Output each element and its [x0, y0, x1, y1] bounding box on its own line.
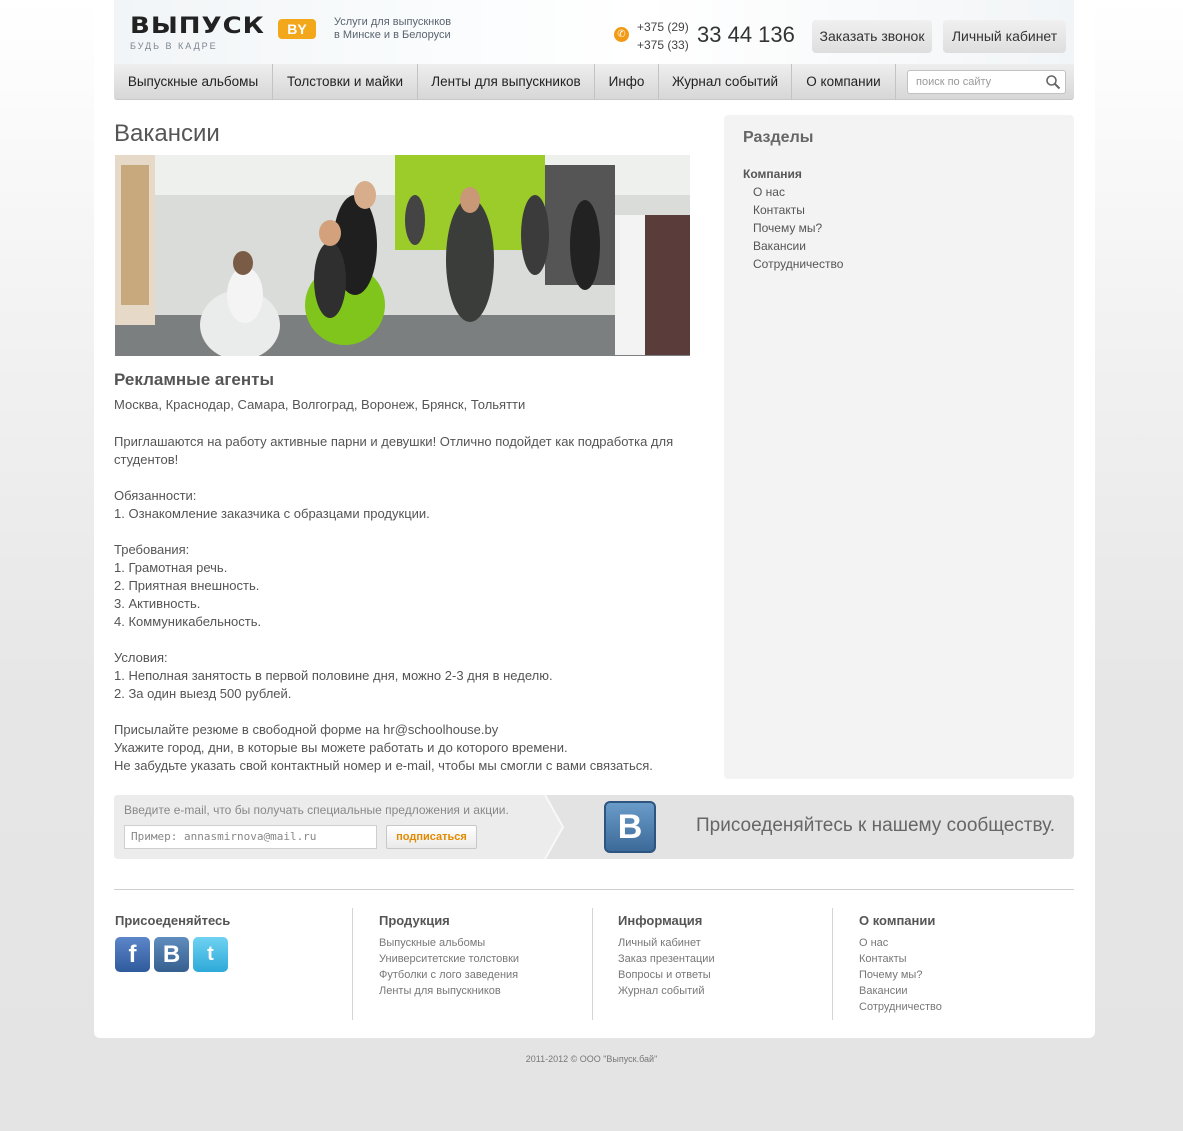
logo-text: ВЫПУСК	[130, 13, 265, 40]
phone-code-1: +375 (29)	[637, 20, 689, 34]
footer-link[interactable]: Ленты для выпускников	[379, 983, 592, 999]
main-nav: Выпускные альбомы Толстовки и майки Лент…	[114, 64, 1074, 100]
subscribe-bar: Введите e-mail, что бы получать специаль…	[114, 795, 1074, 859]
phone-code-2: +375 (33)	[637, 38, 689, 52]
page-title: Вакансии	[114, 120, 220, 147]
subscribe-button[interactable]: подписаться	[386, 825, 477, 849]
footer-col-company: О компании О нас Контакты Почему мы? Вак…	[832, 908, 1072, 1020]
sidebar-item-vacancies[interactable]: Вакансии	[753, 237, 843, 255]
facebook-icon[interactable]: f	[115, 937, 150, 972]
job-title: Рекламные агенты	[114, 370, 274, 389]
footer-link[interactable]: О нас	[859, 935, 1072, 951]
copyright: 2011-2012 © ООО "Выпуск.бай"	[525, 1054, 658, 1064]
job-paragraph: 1. Неполная занятость в первой половине …	[114, 668, 553, 683]
vk-community-icon[interactable]: B	[604, 801, 656, 853]
footer-col-join: Присоеденяйтесь f B t	[115, 908, 352, 1020]
job-paragraph: Условия:	[114, 650, 168, 665]
job-paragraph: 3. Активность.	[114, 596, 201, 611]
personal-cabinet-button[interactable]: Личный кабинет	[943, 20, 1066, 53]
footer-divider	[114, 889, 1074, 890]
twitter-icon[interactable]: t	[193, 937, 228, 972]
footer-link[interactable]: Контакты	[859, 951, 1072, 967]
job-paragraph: 2. Приятная внешность.	[114, 578, 260, 593]
job-paragraph	[114, 469, 684, 487]
phone-number: 33 44 136	[697, 22, 795, 47]
job-paragraph: Требования:	[114, 542, 190, 557]
vacancies-photo	[115, 155, 690, 356]
sections-sidebar: Разделы Компания О нас Контакты Почему м…	[724, 115, 1074, 779]
job-paragraph: Не забудьте указать свой контактный номе…	[114, 758, 653, 773]
sidebar-item-why-us[interactable]: Почему мы?	[753, 219, 843, 237]
sidebar-item-cooperation[interactable]: Сотрудничество	[753, 255, 843, 273]
site-logo[interactable]: ВЫПУСК BY БУДЬ В КАДРЕ	[130, 13, 320, 53]
nav-item-about[interactable]: О компании	[792, 64, 896, 100]
footer-link[interactable]: Сотрудничество	[859, 999, 1072, 1015]
subscribe-form: Введите e-mail, что бы получать специаль…	[114, 795, 544, 859]
sidebar-group-company[interactable]: Компания	[743, 167, 802, 181]
footer-col-info: Информация Личный кабинет Заказ презента…	[592, 908, 832, 1020]
footer-company-title: О компании	[859, 913, 936, 928]
email-placeholder: Пример: annasmirnova@mail.ru	[131, 830, 317, 843]
site-header: ВЫПУСК BY БУДЬ В КАДРЕ Услуги для выпуск…	[114, 0, 1074, 64]
search-placeholder: поиск по сайту	[916, 76, 992, 88]
job-paragraph: 1. Грамотная речь.	[114, 560, 228, 575]
logo-tagline: БУДЬ В КАДРЕ	[130, 41, 218, 51]
job-description: Приглашаются на работу активные парни и …	[114, 433, 684, 775]
nav-item-events[interactable]: Журнал событий	[659, 64, 792, 100]
footer-link[interactable]: Почему мы?	[859, 967, 1072, 983]
nav-item-hoodies[interactable]: Толстовки и майки	[273, 64, 418, 100]
footer-link[interactable]: Выпускные альбомы	[379, 935, 592, 951]
phone-icon: ✆	[614, 27, 629, 42]
order-call-button[interactable]: Заказать звонок	[812, 20, 932, 53]
job-paragraph: Обязанности:	[114, 488, 197, 503]
footer-col-products: Продукция Выпускные альбомы Университетс…	[352, 908, 592, 1020]
services-info: Услуги для выпускнков в Минске и в Белор…	[334, 16, 451, 42]
job-paragraph: Приглашаются на работу активные парни и …	[114, 434, 674, 467]
footer-link[interactable]: Личный кабинет	[618, 935, 832, 951]
footer-products-title: Продукция	[379, 913, 450, 928]
search-input[interactable]: поиск по сайту	[907, 70, 1066, 94]
footer-link[interactable]: Журнал событий	[618, 983, 832, 999]
sidebar-title: Разделы	[743, 129, 814, 146]
job-paragraph: 1. Ознакомление заказчика с образцами пр…	[114, 506, 430, 521]
nav-item-ribbons[interactable]: Ленты для выпускников	[418, 64, 595, 100]
footer-products-list: Выпускные альбомы Университетские толсто…	[379, 935, 592, 999]
nav-item-albums[interactable]: Выпускные альбомы	[114, 64, 273, 100]
footer-join-title: Присоеденяйтесь	[115, 913, 231, 928]
footer-info-title: Информация	[618, 913, 703, 928]
job-paragraph: 4. Коммуникабельность.	[114, 614, 262, 629]
email-field[interactable]: Пример: annasmirnova@mail.ru	[124, 825, 377, 849]
job-paragraph: Укажите город, дни, в которые вы можете …	[114, 740, 568, 755]
phone-codes: +375 (29) +375 (33)	[637, 18, 689, 54]
sidebar-item-about[interactable]: О нас	[753, 183, 843, 201]
sidebar-list: О нас Контакты Почему мы? Вакансии Сотру…	[753, 183, 843, 273]
footer-info-list: Личный кабинет Заказ презентации Вопросы…	[618, 935, 832, 999]
job-paragraph: 2. За один выезд 500 рублей.	[114, 686, 292, 701]
footer-company-list: О нас Контакты Почему мы? Вакансии Сотру…	[859, 935, 1072, 1015]
search-icon[interactable]	[1045, 74, 1061, 90]
footer-link[interactable]: Вакансии	[859, 983, 1072, 999]
job-cities: Москва, Краснодар, Самара, Волгоград, Во…	[114, 397, 526, 412]
nav-item-info[interactable]: Инфо	[595, 64, 659, 100]
footer-link[interactable]: Университетские толстовки	[379, 951, 592, 967]
services-line-1: Услуги для выпускнков	[334, 16, 452, 28]
job-paragraph	[114, 631, 684, 649]
job-paragraph: Присылайте резюме в свободной форме на h…	[114, 722, 499, 737]
job-paragraph	[114, 703, 684, 721]
social-icons: f B t	[115, 937, 352, 972]
sidebar-item-contacts[interactable]: Контакты	[753, 201, 843, 219]
job-paragraph	[114, 523, 684, 541]
vk-icon[interactable]: B	[154, 937, 189, 972]
footer-link[interactable]: Заказ презентации	[618, 951, 832, 967]
join-community-text[interactable]: Присоеденяйтесь к нашему сообществу.	[696, 815, 1055, 837]
footer-link[interactable]: Футболки с лого заведения	[379, 967, 592, 983]
arrow-divider-icon	[529, 795, 565, 859]
subscribe-label: Введите e-mail, что бы получать специаль…	[124, 803, 509, 817]
logo-badge: BY	[278, 19, 316, 39]
services-line-2: в Минске и в Белоруси	[334, 29, 451, 41]
footer-link[interactable]: Вопросы и ответы	[618, 967, 832, 983]
